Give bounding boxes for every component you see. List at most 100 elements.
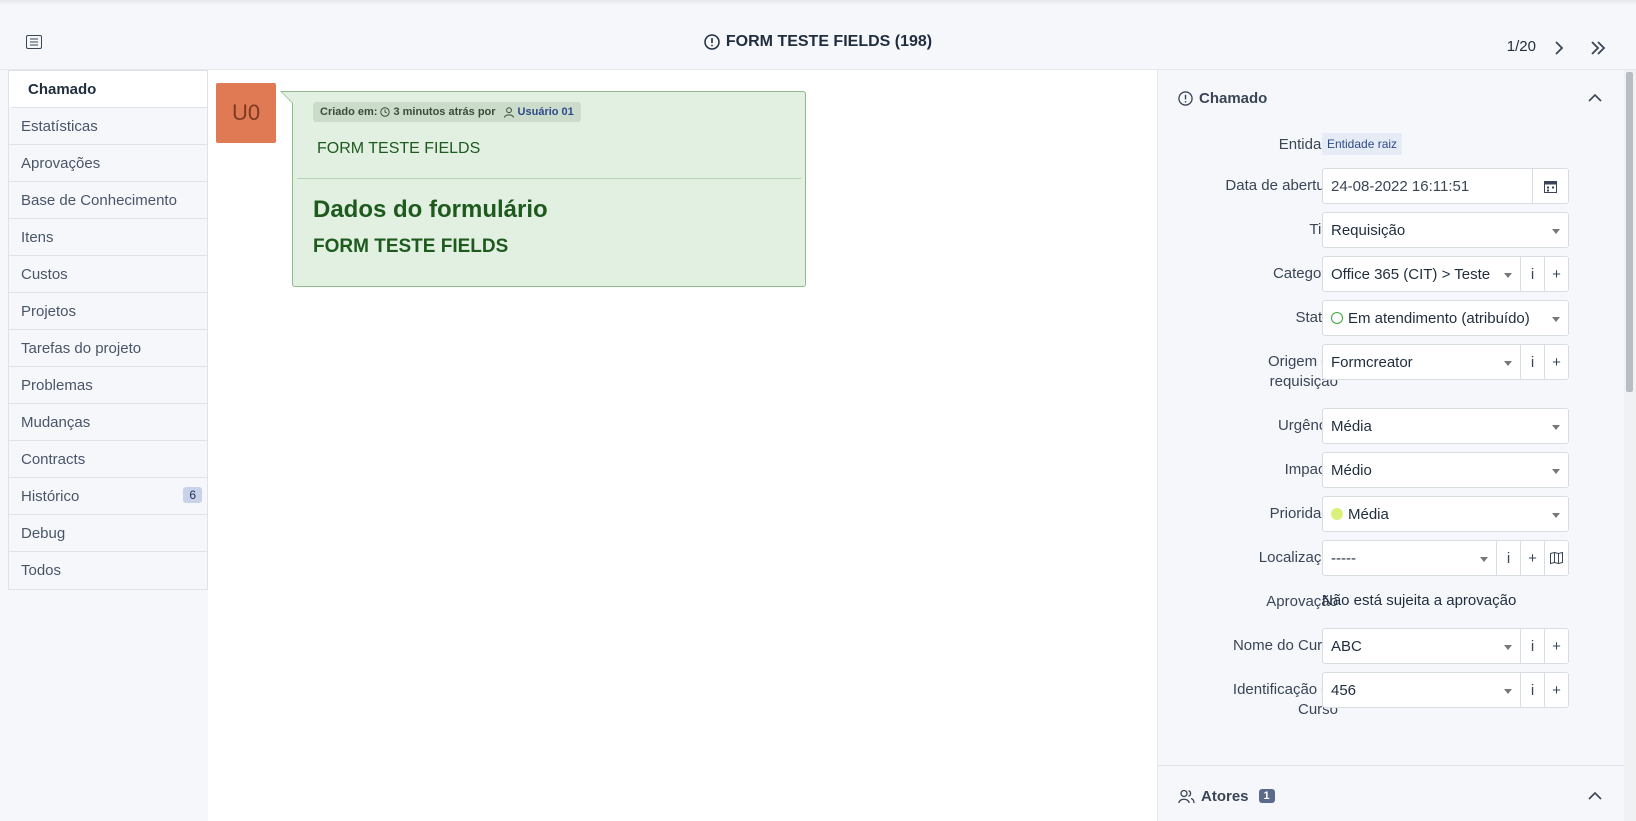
map-icon[interactable] — [1544, 541, 1568, 575]
alert-circle-icon — [1178, 90, 1193, 106]
page-title-text: FORM TESTE FIELDS (198) — [725, 33, 933, 50]
tab-problemas[interactable]: Problemas — [9, 367, 207, 404]
nome-curso-select[interactable]: ABC i + — [1322, 628, 1569, 664]
plus-icon[interactable]: + — [1544, 345, 1568, 379]
tab-label: Custos — [21, 265, 68, 283]
id-curso-select[interactable]: 456 i + — [1322, 672, 1569, 708]
item-title: FORM TESTE FIELDS — [317, 140, 481, 157]
date-input[interactable]: 24-08-2022 16:11:51 — [1322, 168, 1569, 204]
tab-debug[interactable]: Debug — [9, 515, 207, 552]
plus-icon[interactable]: + — [1544, 257, 1568, 291]
field-label: Tipo — [1188, 220, 1338, 240]
tab-todos[interactable]: Todos — [9, 552, 207, 589]
author-link[interactable]: Usuário 01 — [518, 106, 574, 118]
tab-label: Contracts — [21, 450, 86, 468]
field-label: Categoria — [1272, 265, 1338, 282]
urgencia-select[interactable]: Média — [1322, 408, 1569, 444]
select-value: Média — [1331, 417, 1372, 435]
section-title: Atores — [1201, 787, 1249, 805]
field-label: Origem da requisição — [1188, 352, 1338, 392]
tab-mudancas[interactable]: Mudanças — [9, 404, 207, 441]
ticket-panel: Chamado Entidade Entidade raiz Data de a… — [1157, 70, 1625, 821]
tab-label: Todos — [21, 562, 62, 579]
tab-label: Problemas — [21, 376, 93, 394]
tab-tarefas-projeto[interactable]: Tarefas do projeto — [9, 330, 207, 367]
tab-label: Mudanças — [21, 413, 91, 431]
timeline-area: U0 Criado em: 3 minutos atrás por Usuári… — [208, 70, 1157, 821]
info-icon[interactable]: i — [1520, 345, 1544, 379]
status-select[interactable]: Em atendimento (atribuído) — [1322, 300, 1569, 336]
plus-icon[interactable]: + — [1544, 629, 1568, 663]
aprovacao-value: Não está sujeita a aprovação — [1322, 592, 1517, 609]
select-value: Em atendimento (atribuído) — [1348, 309, 1530, 327]
origem-select[interactable]: Formcreator i + — [1322, 344, 1569, 380]
field-label: Entidade — [1278, 136, 1338, 153]
tab-itens[interactable]: Itens — [9, 219, 207, 256]
chevron-up-icon[interactable] — [1587, 788, 1603, 804]
tab-label: Itens — [21, 228, 54, 246]
chevron-down-icon — [1552, 229, 1560, 234]
avatar: U0 — [216, 83, 276, 143]
info-icon[interactable]: i — [1520, 257, 1544, 291]
prioridade-select[interactable]: Média — [1322, 496, 1569, 532]
section-divider — [1158, 765, 1625, 766]
chevron-down-icon — [1552, 317, 1560, 322]
date-value: 24-08-2022 16:11:51 — [1331, 177, 1470, 195]
section-header-chamado[interactable]: Chamado — [1158, 73, 1625, 123]
clock-icon — [380, 107, 391, 117]
field-label: Localização — [1258, 549, 1338, 566]
chevron-up-icon[interactable] — [1587, 90, 1603, 106]
localizacao-select[interactable]: ----- i + — [1322, 540, 1569, 576]
chevron-down-icon — [1504, 273, 1512, 278]
tab-contracts[interactable]: Contracts — [9, 441, 207, 478]
chevron-down-icon — [1480, 557, 1488, 562]
field-label: Data de abertura — [1225, 177, 1338, 194]
page-header: FORM TESTE FIELDS (198) 1/20 — [0, 5, 1636, 70]
count-badge: 6 — [183, 487, 202, 503]
plus-icon[interactable]: + — [1520, 541, 1544, 575]
tab-label: Aprovações — [21, 154, 101, 172]
user-icon — [503, 106, 514, 118]
field-label: Prioridade — [1269, 505, 1338, 522]
entity-tag: Entidade raiz — [1322, 133, 1403, 155]
tipo-select[interactable]: Requisição — [1322, 212, 1569, 248]
tab-estatisticas[interactable]: Estatísticas — [9, 108, 207, 145]
select-value: Média — [1348, 505, 1389, 523]
chevron-down-icon — [1504, 645, 1512, 650]
chevron-right-icon[interactable] — [1549, 38, 1569, 58]
select-value: Formcreator — [1331, 353, 1413, 371]
tab-aprovacoes[interactable]: Aprovações — [9, 145, 207, 182]
field-label: Urgência — [1277, 417, 1338, 434]
tab-chamado[interactable]: Chamado — [9, 71, 207, 108]
item-meta: Criado em: 3 minutos atrás por Usuário 0… — [313, 102, 581, 122]
chevron-down-icon — [1504, 689, 1512, 694]
tab-label: Base de Conhecimento — [21, 191, 177, 209]
plus-icon[interactable]: + — [1544, 673, 1568, 707]
chevron-down-icon — [1504, 361, 1512, 366]
impacto-select[interactable]: Médio — [1322, 452, 1569, 488]
tab-label: Projetos — [21, 302, 77, 320]
field-label: Identificação do Curso — [1188, 680, 1338, 720]
select-value: 456 — [1331, 681, 1357, 699]
chevron-down-icon — [1552, 469, 1560, 474]
tab-base-conhecimento[interactable]: Base de Conhecimento — [9, 182, 207, 219]
categoria-select[interactable]: Office 365 (CIT) > Teste i + — [1322, 256, 1569, 292]
select-value: Office 365 (CIT) > Teste — [1331, 265, 1491, 283]
tab-custos[interactable]: Custos — [9, 256, 207, 293]
count-badge: 1 — [1258, 789, 1275, 803]
tab-historico[interactable]: Histórico 6 — [9, 478, 207, 515]
section-header-atores[interactable]: Atores 1 — [1158, 771, 1625, 821]
info-icon[interactable]: i — [1496, 541, 1520, 575]
scrollbar[interactable] — [1624, 70, 1636, 821]
created-label: Criado em: — [320, 106, 378, 118]
calendar-icon[interactable] — [1532, 169, 1568, 203]
scrollbar-thumb[interactable] — [1626, 72, 1633, 392]
tab-projetos[interactable]: Projetos — [9, 293, 207, 330]
info-icon[interactable]: i — [1520, 673, 1544, 707]
priority-dot-icon — [1331, 508, 1343, 520]
status-circle-icon — [1331, 312, 1343, 324]
info-icon[interactable]: i — [1520, 629, 1544, 663]
form-heading: Dados do formulário — [313, 196, 548, 223]
chevrons-right-icon[interactable] — [1588, 38, 1608, 58]
tab-label: Debug — [21, 524, 66, 542]
